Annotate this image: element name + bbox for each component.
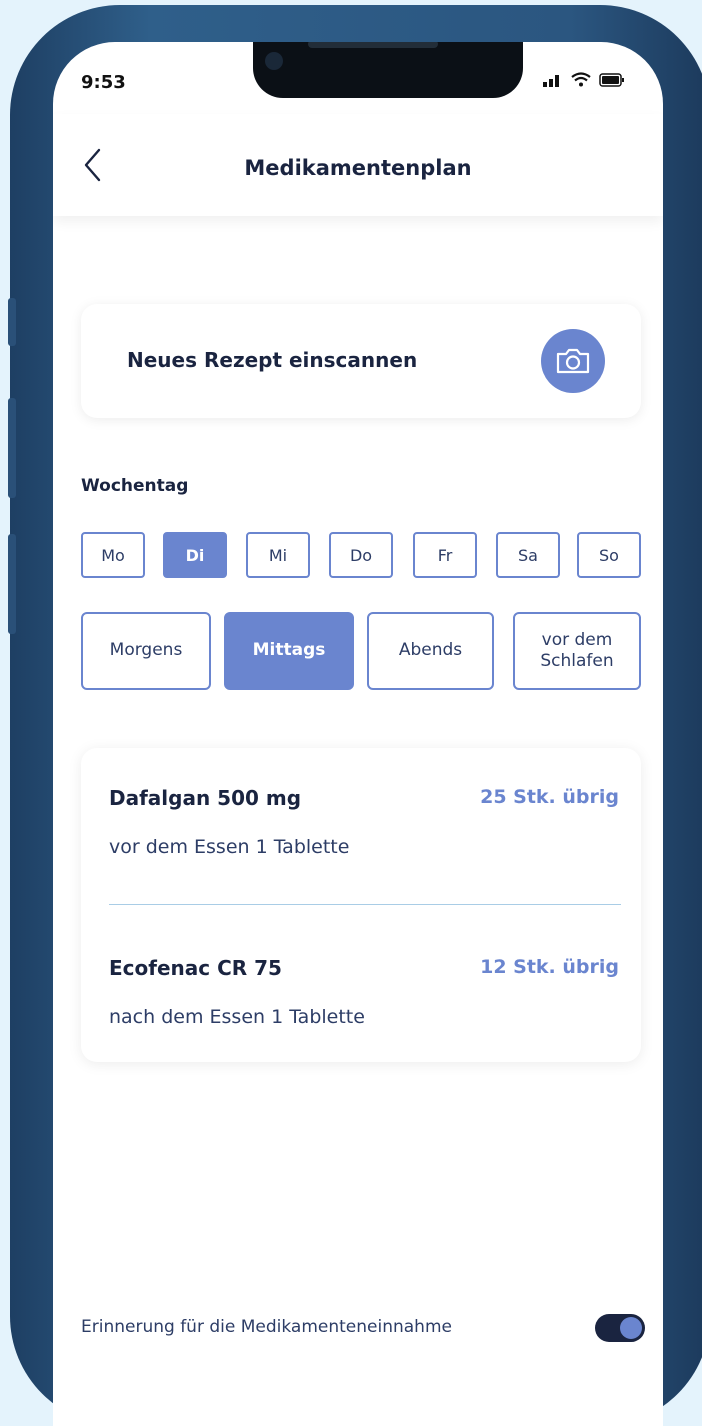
volume-up-button <box>8 398 16 498</box>
slot-vor-dem-schlafen[interactable]: vor dem Schlafen <box>513 612 641 690</box>
toggle-knob <box>620 1317 642 1339</box>
medication-name: Dafalgan 500 mg <box>109 786 302 810</box>
medication-name: Ecofenac CR 75 <box>109 956 282 980</box>
wifi-icon <box>571 72 591 87</box>
scan-prescription-card[interactable]: Neues Rezept einscannen <box>81 304 641 418</box>
day-fr[interactable]: Fr <box>413 532 477 578</box>
day-mo[interactable]: Mo <box>81 532 145 578</box>
status-icons <box>543 72 625 87</box>
status-time: 9:53 <box>81 72 126 93</box>
medication-stock: 25 Stk. übrig <box>480 786 619 808</box>
volume-down-button <box>8 534 16 634</box>
reminder-toggle[interactable] <box>595 1314 645 1342</box>
notch <box>253 42 523 98</box>
page-title: Medikamentenplan <box>244 156 472 180</box>
weekday-selector: Mo Di Mi Do Fr Sa So <box>81 532 643 580</box>
front-camera <box>265 52 283 70</box>
slot-mittags[interactable]: Mittags <box>224 612 354 690</box>
day-sa[interactable]: Sa <box>496 532 560 578</box>
app-header: Medikamentenplan <box>53 114 663 216</box>
battery-icon <box>599 72 624 87</box>
medication-dose: vor dem Essen 1 Tablette <box>109 836 350 858</box>
weekday-heading: Wochentag <box>81 476 189 496</box>
mute-switch <box>8 298 16 346</box>
medication-stock: 12 Stk. übrig <box>480 956 619 978</box>
slot-abends[interactable]: Abends <box>367 612 494 690</box>
speaker <box>308 42 438 48</box>
scan-prescription-label: Neues Rezept einscannen <box>127 348 418 372</box>
camera-icon <box>556 348 590 374</box>
camera-button[interactable] <box>541 329 605 393</box>
phone-screen: 9:53 Medikamentenplan Neues Rezept einsc… <box>53 42 663 1426</box>
signal-icon <box>543 74 559 87</box>
divider <box>109 904 621 905</box>
reminder-label: Erinnerung für die Medikamenteneinnahme <box>81 1317 452 1337</box>
day-do[interactable]: Do <box>329 532 393 578</box>
medication-list: Dafalgan 500 mg 25 Stk. übrig vor dem Es… <box>81 748 641 1062</box>
day-so[interactable]: So <box>577 532 641 578</box>
day-mi[interactable]: Mi <box>246 532 310 578</box>
slot-morgens[interactable]: Morgens <box>81 612 211 690</box>
time-of-day-selector: Morgens Mittags Abends vor dem Schlafen <box>81 612 643 692</box>
medication-dose: nach dem Essen 1 Tablette <box>109 1006 365 1028</box>
day-di[interactable]: Di <box>163 532 227 578</box>
